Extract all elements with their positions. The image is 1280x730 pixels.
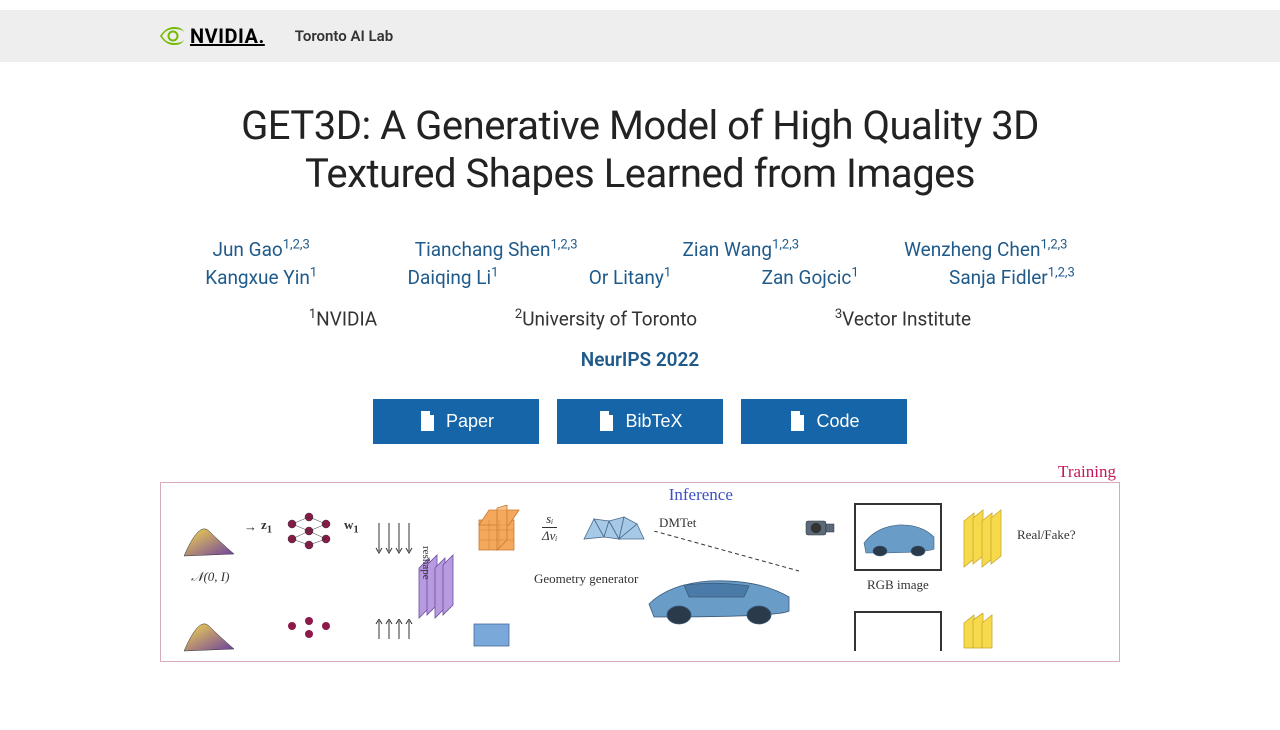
network-icon xyxy=(284,509,334,559)
car-thumb-icon xyxy=(856,505,940,569)
code-button[interactable]: Code xyxy=(741,399,907,444)
button-label: Code xyxy=(816,411,859,432)
author-link[interactable]: Or Litany1 xyxy=(589,266,671,289)
button-label: BibTeX xyxy=(625,411,682,432)
triplane-icon xyxy=(469,619,519,649)
document-icon xyxy=(788,411,806,431)
mesh-icon xyxy=(579,509,649,549)
training-label: Training xyxy=(1058,462,1116,482)
author-link[interactable]: Daiqing Li1 xyxy=(408,266,499,289)
document-icon xyxy=(597,411,615,431)
venue: NeurIPS 2022 xyxy=(160,348,1120,371)
triplane-icon xyxy=(469,505,529,560)
arrows-icon xyxy=(374,521,414,561)
pipeline-figure: Training Inference 𝒩(0, I) → z1 xyxy=(160,482,1120,662)
author-link[interactable]: Wenzheng Chen1,2,3 xyxy=(904,238,1067,261)
author-link[interactable]: Jun Gao1,2,3 xyxy=(212,238,309,261)
ratio-label: sᵢ Δvᵢ xyxy=(542,511,557,544)
author-link[interactable]: Sanja Fidler1,2,3 xyxy=(949,266,1075,289)
car-icon xyxy=(639,569,799,629)
network-icon xyxy=(284,616,334,646)
normal-label: 𝒩(0, I) xyxy=(191,569,229,585)
brand-text: NVIDIA. xyxy=(190,24,265,48)
paper-button[interactable]: Paper xyxy=(373,399,539,444)
reshape-label: reshape xyxy=(420,546,432,580)
arrows-icon xyxy=(374,619,414,644)
camera-icon xyxy=(804,515,836,539)
affiliation: 2University of Toronto xyxy=(515,307,697,330)
distribution-icon xyxy=(179,611,239,656)
rgb-image-box xyxy=(854,503,942,571)
authors-row-2: Kangxue Yin1 Daiqing Li1 Or Litany1 Zan … xyxy=(160,265,1120,288)
discriminator-icon xyxy=(959,509,1007,569)
nvidia-logo[interactable]: NVIDIA. xyxy=(160,24,265,48)
author-link[interactable]: Zan Gojcic1 xyxy=(762,266,859,289)
document-icon xyxy=(418,411,436,431)
geom-gen-label: Geometry generator xyxy=(534,571,638,587)
nvidia-eye-icon xyxy=(160,27,184,45)
page-title: GET3D: A Generative Model of High Qualit… xyxy=(170,102,1110,198)
author-link[interactable]: Zian Wang1,2,3 xyxy=(682,238,799,261)
realfake-label: Real/Fake? xyxy=(1017,527,1075,543)
author-link[interactable]: Kangxue Yin1 xyxy=(205,266,317,289)
rgb-label: RGB image xyxy=(867,577,929,593)
affiliations: 1NVIDIA 2University of Toronto 3Vector I… xyxy=(240,307,1040,330)
navbar: NVIDIA. Toronto AI Lab xyxy=(0,10,1280,62)
bibtex-button[interactable]: BibTeX xyxy=(557,399,723,444)
dmtet-label: DMTet xyxy=(659,515,696,531)
authors-row-1: Jun Gao1,2,3 Tianchang Shen1,2,3 Zian Wa… xyxy=(160,238,1120,261)
affiliation: 3Vector Institute xyxy=(835,307,971,330)
button-row: Paper BibTeX Code xyxy=(160,399,1120,444)
lab-link[interactable]: Toronto AI Lab xyxy=(295,27,393,45)
venue-link[interactable]: NeurIPS 2022 xyxy=(581,348,700,371)
discriminator-icon xyxy=(959,613,1007,651)
affiliation: 1NVIDIA xyxy=(309,307,377,330)
figure-box: Inference 𝒩(0, I) → z1 xyxy=(160,482,1120,662)
image-box-partial xyxy=(854,611,942,651)
author-link[interactable]: Tianchang Shen1,2,3 xyxy=(415,238,578,261)
button-label: Paper xyxy=(446,411,494,432)
distribution-icon xyxy=(179,516,239,561)
